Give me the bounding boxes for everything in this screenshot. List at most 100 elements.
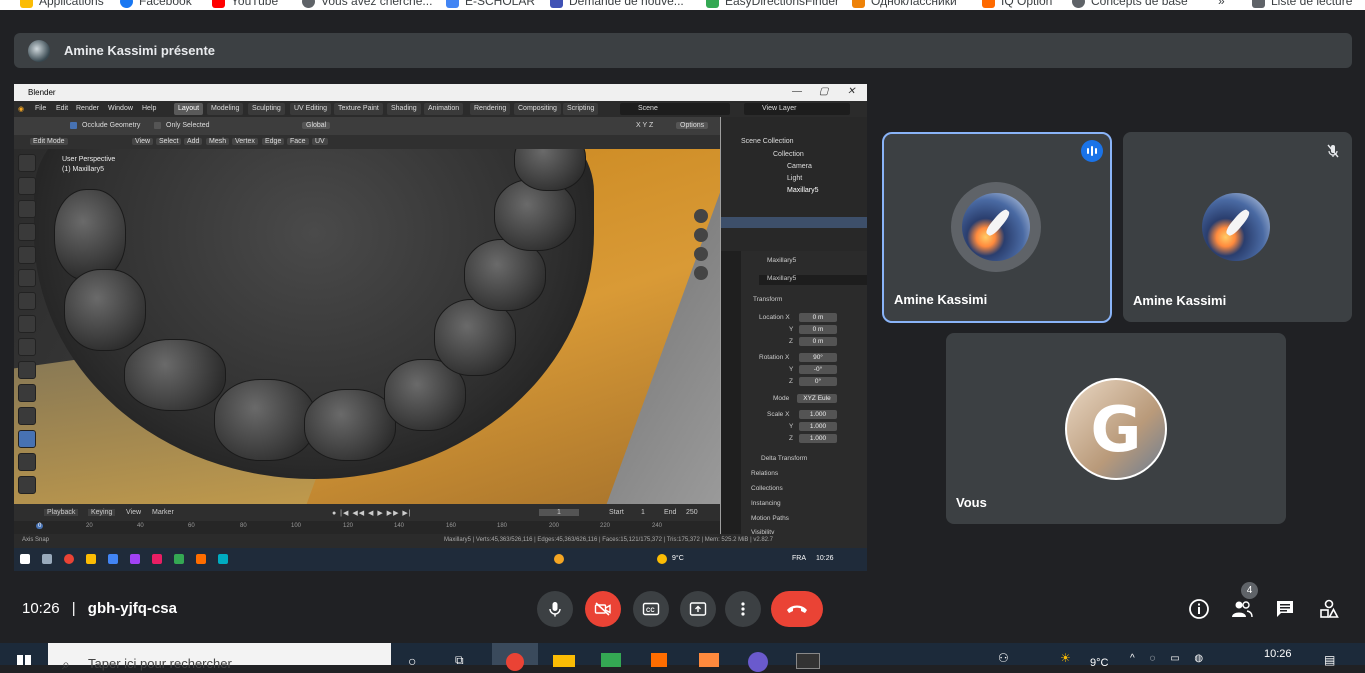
cursor-tool-icon[interactable] <box>18 177 36 195</box>
search-icon[interactable] <box>42 554 52 564</box>
keying-menu[interactable]: Keying <box>88 509 116 516</box>
collections-panel[interactable]: Collections <box>751 485 783 492</box>
taskbar-app[interactable] <box>589 643 635 667</box>
rotation-y[interactable]: -0° <box>799 365 837 374</box>
scale-x[interactable]: 1.000 <box>799 410 837 419</box>
bookmark-facebook[interactable]: Facebook <box>120 0 192 8</box>
meeting-code[interactable]: gbh-yjfq-csa <box>88 600 177 617</box>
taskbar-app[interactable] <box>637 643 683 667</box>
knife-tool-icon[interactable] <box>18 430 36 448</box>
props-object-field[interactable]: Maxillary5 <box>759 275 867 285</box>
workspace-layout[interactable]: Layout <box>174 103 204 115</box>
workspace-shading[interactable]: Shading <box>387 103 421 115</box>
participant-tile-second[interactable]: Amine Kassimi <box>1123 132 1352 322</box>
end-frame-field[interactable]: 250 <box>686 509 698 516</box>
outliner-light[interactable]: Light <box>787 175 802 182</box>
system-tray-icons[interactable]: ^ ◌ ▭ ◍ <box>1130 653 1209 664</box>
bookmark-escholar[interactable]: E-SCHOLAR <box>446 0 535 8</box>
taskbar-terminal[interactable] <box>784 643 830 669</box>
playback-menu[interactable]: Playback <box>44 509 79 516</box>
more-options-button[interactable] <box>725 591 761 627</box>
marker-menu[interactable]: Marker <box>152 509 174 516</box>
timeline-view-menu[interactable]: View <box>126 509 141 516</box>
rotation-z[interactable]: 0° <box>799 377 837 386</box>
delta-transform-panel[interactable]: Delta Transform <box>761 455 807 462</box>
occlude-checkbox[interactable] <box>70 122 77 129</box>
workspace-texture-paint[interactable]: Texture Paint <box>334 103 383 115</box>
polybuild-tool-icon[interactable] <box>18 453 36 471</box>
start-frame-field[interactable]: 1 <box>641 509 645 516</box>
workspace-compositing[interactable]: Compositing <box>514 103 561 115</box>
blender-taskbar-icon[interactable] <box>554 554 564 564</box>
bookmark-applications[interactable]: Applications <box>20 0 104 8</box>
app-icon[interactable] <box>174 554 184 564</box>
mode-select[interactable]: Edit Mode <box>30 138 68 145</box>
minimize-icon[interactable]: — <box>792 86 802 97</box>
menu-face[interactable]: Face <box>287 138 309 145</box>
bevel-tool-icon[interactable] <box>18 384 36 402</box>
measure-tool-icon[interactable] <box>18 315 36 333</box>
menu-render[interactable]: Render <box>76 105 99 112</box>
transform-tool-icon[interactable] <box>18 269 36 287</box>
menu-add[interactable]: Add <box>184 138 203 145</box>
close-icon[interactable]: ✕ <box>847 86 855 97</box>
outliner-scene-collection[interactable]: Scene Collection <box>741 138 794 145</box>
app-icon[interactable] <box>152 554 162 564</box>
only-selected-checkbox[interactable] <box>154 122 161 129</box>
menu-mesh[interactable]: Mesh <box>206 138 230 145</box>
scale-y[interactable]: 1.000 <box>799 422 837 431</box>
menu-vertex[interactable]: Vertex <box>232 138 258 145</box>
present-button[interactable] <box>680 591 716 627</box>
rotation-mode-select[interactable]: XYZ Eule <box>797 394 837 403</box>
3d-viewport[interactable]: User Perspective (1) Maxillary5 <box>14 149 720 504</box>
people-button[interactable] <box>1230 597 1254 621</box>
relations-panel[interactable]: Relations <box>751 470 778 477</box>
task-view-icon[interactable]: ⧉ <box>455 653 464 668</box>
bookmark-iqoption[interactable]: IQ Option <box>982 0 1052 8</box>
frame-ruler[interactable]: 0 20 40 60 80 100 120 140 160 180 200 22… <box>14 521 720 534</box>
annotate-tool-icon[interactable] <box>18 292 36 310</box>
chat-button[interactable] <box>1273 597 1297 621</box>
inset-tool-icon[interactable] <box>18 361 36 379</box>
bookmarks-overflow[interactable]: » <box>1218 0 1225 8</box>
blender-logo-icon[interactable]: ◉ <box>18 105 24 113</box>
leave-call-button[interactable] <box>771 591 823 627</box>
instancing-panel[interactable]: Instancing <box>751 500 781 507</box>
workspace-uv-editing[interactable]: UV Editing <box>290 103 332 115</box>
location-z[interactable]: 0 m <box>799 337 837 346</box>
bookmark-easydirections[interactable]: EasyDirectionsFinder <box>706 0 839 8</box>
chrome-icon[interactable] <box>64 554 74 564</box>
zoom-icon[interactable] <box>694 209 708 223</box>
windows-start-icon[interactable] <box>20 554 30 564</box>
workspace-modeling[interactable]: Modeling <box>207 103 244 115</box>
microphone-button[interactable] <box>537 591 573 627</box>
loopcut-tool-icon[interactable] <box>18 407 36 425</box>
app-icon[interactable] <box>130 554 140 564</box>
bookmark-odnoklassniki[interactable]: Одноклассники <box>852 0 957 8</box>
current-frame-field[interactable]: 1 <box>539 509 579 516</box>
menu-view[interactable]: View <box>132 138 154 145</box>
app-icon[interactable] <box>196 554 206 564</box>
pan-icon[interactable] <box>694 228 708 242</box>
taskbar-search[interactable]: ⌕ Taper ici pour rechercher <box>48 643 391 672</box>
options-dropdown[interactable]: Options <box>676 122 709 129</box>
playback-controls[interactable]: ● |◀ ◀◀ ◀ ▶ ▶▶ ▶| <box>332 509 412 517</box>
captions-button[interactable]: CC <box>633 591 669 627</box>
menu-select[interactable]: Select <box>156 138 182 145</box>
search-icon[interactable]: ○ <box>408 653 416 669</box>
motion-paths-panel[interactable]: Motion Paths <box>751 515 789 522</box>
workspace-rendering[interactable]: Rendering <box>470 103 511 115</box>
rotation-x[interactable]: 90° <box>799 353 837 362</box>
taskbar-chrome[interactable] <box>492 643 538 671</box>
taskbar-app[interactable] <box>687 643 733 667</box>
scene-field[interactable]: Scene <box>620 103 730 115</box>
taskbar-explorer[interactable] <box>541 643 587 667</box>
bookmark-search[interactable]: Vous avez cherché... <box>302 0 432 8</box>
meeting-details-button[interactable] <box>1187 597 1211 621</box>
location-y[interactable]: 0 m <box>799 325 837 334</box>
participant-tile-self[interactable]: Vous <box>946 333 1286 524</box>
reading-list[interactable]: Liste de lecture <box>1252 0 1352 8</box>
scale-tool-icon[interactable] <box>18 246 36 264</box>
participant-tile-presenter[interactable]: Amine Kassimi <box>882 132 1112 323</box>
select-tool-icon[interactable] <box>18 154 36 172</box>
